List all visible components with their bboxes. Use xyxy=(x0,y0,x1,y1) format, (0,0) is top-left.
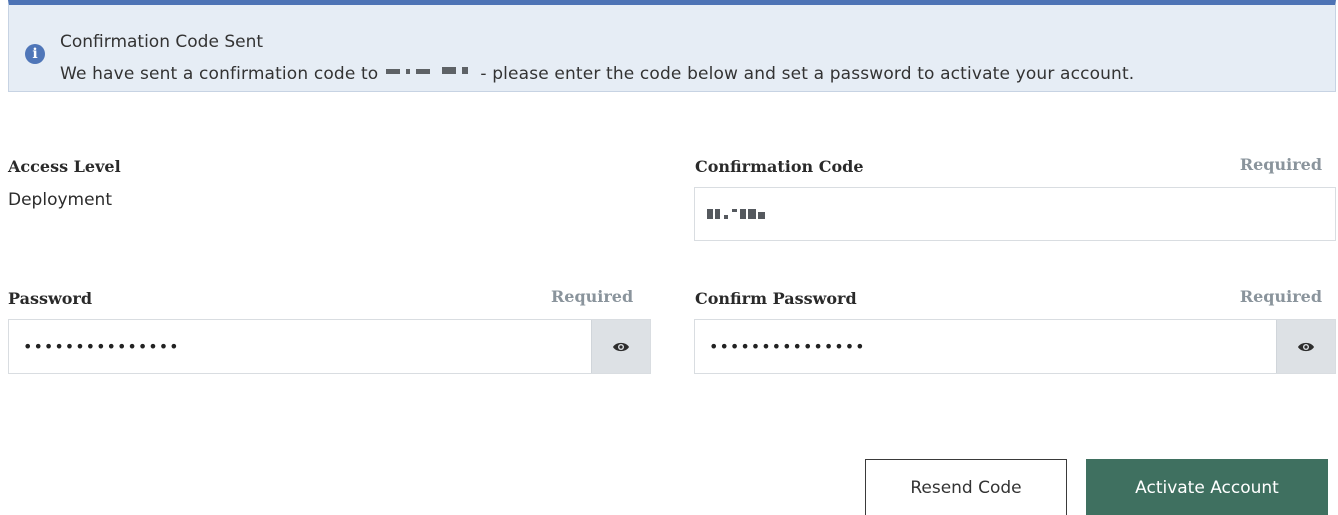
confirmation-code-required: Required xyxy=(1239,155,1322,174)
resend-code-button[interactable]: Resend Code xyxy=(865,459,1067,515)
password-value: ••••••••••••••• xyxy=(23,337,180,356)
password-label: Password xyxy=(8,289,93,308)
activation-page: i Confirmation Code Sent We have sent a … xyxy=(0,0,1338,515)
password-input[interactable]: ••••••••••••••• xyxy=(8,319,651,374)
info-icon: i xyxy=(25,44,45,64)
show-confirm-password-button[interactable] xyxy=(1276,320,1335,373)
alert-message-suffix: - please enter the code below and set a … xyxy=(480,64,1135,84)
eye-icon xyxy=(613,342,629,351)
show-password-button[interactable] xyxy=(591,320,650,373)
alert-title: Confirmation Code Sent xyxy=(60,32,264,52)
confirmation-code-input[interactable] xyxy=(694,187,1336,241)
password-required: Required xyxy=(551,287,634,306)
eye-icon xyxy=(1298,342,1314,351)
redacted-email xyxy=(386,66,472,78)
confirm-password-input[interactable]: ••••••••••••••• xyxy=(694,319,1336,374)
alert-message-prefix: We have sent a confirmation code to xyxy=(60,64,379,84)
confirmation-alert: i Confirmation Code Sent We have sent a … xyxy=(8,0,1336,92)
confirm-password-required: Required xyxy=(1239,287,1322,306)
activate-account-button[interactable]: Activate Account xyxy=(1086,459,1328,515)
access-level-value: Deployment xyxy=(8,190,112,210)
confirm-password-label: Confirm Password xyxy=(695,289,857,308)
masked-code-value xyxy=(707,209,779,221)
confirm-password-value: ••••••••••••••• xyxy=(709,337,866,356)
confirmation-code-label: Confirmation Code xyxy=(695,157,864,176)
alert-message: We have sent a confirmation code to - ple… xyxy=(60,64,1134,84)
access-level-label: Access Level xyxy=(8,157,121,176)
